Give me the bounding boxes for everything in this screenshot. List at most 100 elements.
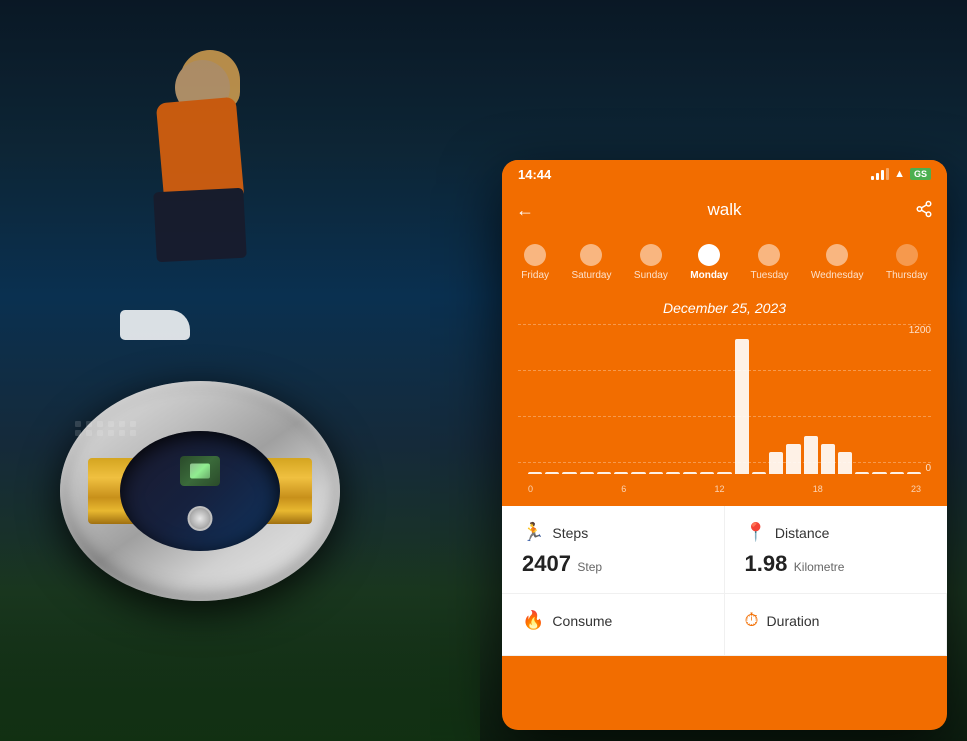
stat-consume: 🔥 Consume bbox=[502, 594, 725, 656]
stat-consume-header: 🔥 Consume bbox=[522, 610, 704, 631]
day-dot-friday bbox=[524, 244, 546, 266]
stat-steps-header: 🏃 Steps bbox=[522, 522, 704, 543]
bar-7 bbox=[649, 472, 663, 474]
day-label-thursday: Thursday bbox=[886, 270, 928, 281]
bar-15 bbox=[786, 444, 800, 474]
day-label-saturday: Saturday bbox=[571, 270, 611, 281]
status-icons: ▲ GS bbox=[871, 168, 931, 180]
day-tuesday[interactable]: Tuesday bbox=[751, 244, 789, 281]
stat-distance-header: 📍 Distance bbox=[745, 522, 928, 543]
day-dot-thursday bbox=[896, 244, 918, 266]
bar-16 bbox=[804, 436, 818, 474]
signal-bar-2 bbox=[876, 173, 879, 180]
stat-distance-title: Distance bbox=[775, 525, 829, 541]
bar-11 bbox=[717, 472, 731, 474]
x-label-0: 0 bbox=[528, 484, 533, 494]
status-bar: 14:44 ▲ GS bbox=[502, 160, 947, 188]
stats-grid: 🏃 Steps 2407 Step 📍 Distance 1.98 Kilome… bbox=[502, 506, 947, 656]
day-dot-tuesday bbox=[758, 244, 780, 266]
day-label-friday: Friday bbox=[521, 270, 549, 281]
steps-icon: 🏃 bbox=[522, 522, 544, 543]
bar-2 bbox=[562, 472, 576, 474]
day-dot-saturday bbox=[580, 244, 602, 266]
ring-sensor-led bbox=[190, 464, 210, 479]
day-thursday[interactable]: Thursday bbox=[886, 244, 928, 281]
signal-bar-3 bbox=[881, 170, 884, 180]
bar-3 bbox=[580, 472, 594, 474]
day-label-sunday: Sunday bbox=[634, 270, 668, 281]
day-dot-sunday bbox=[640, 244, 662, 266]
bar-5 bbox=[614, 472, 628, 474]
signal-bar-4 bbox=[886, 168, 889, 180]
duration-icon: ⏱ bbox=[745, 610, 759, 631]
app-header: ← walk bbox=[502, 188, 947, 232]
day-friday[interactable]: Friday bbox=[521, 244, 549, 281]
x-label-23: 23 bbox=[911, 484, 921, 494]
chart-bars bbox=[528, 334, 921, 474]
chart-gridline-top: 1200 bbox=[518, 324, 931, 325]
chart-container: 1200 0 bbox=[518, 324, 931, 494]
page-title: walk bbox=[707, 200, 741, 220]
stat-consume-title: Consume bbox=[552, 613, 612, 629]
day-dot-wednesday bbox=[826, 244, 848, 266]
bar-14 bbox=[769, 452, 783, 474]
x-label-6: 6 bbox=[621, 484, 626, 494]
stat-duration-title: Duration bbox=[767, 613, 820, 629]
bar-8 bbox=[666, 472, 680, 474]
bar-20 bbox=[872, 472, 886, 474]
day-saturday[interactable]: Saturday bbox=[571, 244, 611, 281]
ring-inner bbox=[120, 431, 280, 551]
day-label-monday: Monday bbox=[690, 270, 728, 281]
stat-distance: 📍 Distance 1.98 Kilometre bbox=[725, 506, 948, 594]
ring-button bbox=[188, 506, 213, 531]
day-label-tuesday: Tuesday bbox=[751, 270, 789, 281]
day-wednesday[interactable]: Wednesday bbox=[811, 244, 864, 281]
distance-icon: 📍 bbox=[745, 522, 767, 543]
bar-6 bbox=[631, 472, 645, 474]
wifi-icon: ▲ bbox=[894, 168, 905, 180]
day-dot-monday bbox=[698, 244, 720, 266]
x-label-12: 12 bbox=[714, 484, 724, 494]
back-button[interactable]: ← bbox=[516, 200, 534, 221]
runner-figure bbox=[100, 20, 300, 420]
bar-9 bbox=[683, 472, 697, 474]
stat-steps-value: 2407 Step bbox=[522, 551, 704, 577]
bar-1 bbox=[545, 472, 559, 474]
day-monday[interactable]: Monday bbox=[690, 244, 728, 281]
runner-shorts bbox=[153, 188, 247, 263]
share-button[interactable] bbox=[915, 200, 933, 221]
chart-x-labels: 0 6 12 18 23 bbox=[528, 484, 921, 494]
ring-outer-band bbox=[60, 381, 340, 601]
stat-distance-value: 1.98 Kilometre bbox=[745, 551, 928, 577]
day-label-wednesday: Wednesday bbox=[811, 270, 864, 281]
bar-4 bbox=[597, 472, 611, 474]
stat-steps-title: Steps bbox=[552, 525, 588, 541]
stat-duration-header: ⏱ Duration bbox=[745, 610, 927, 631]
bar-21 bbox=[890, 472, 904, 474]
ring-dot-pattern bbox=[75, 421, 138, 436]
bar-10 bbox=[700, 472, 714, 474]
status-time: 14:44 bbox=[518, 167, 551, 182]
ring-sensor bbox=[180, 456, 220, 486]
chart-label-0: 0 bbox=[925, 463, 931, 474]
phone-mockup: 14:44 ▲ GS ← walk Friday bbox=[502, 160, 947, 730]
battery-gs-badge: GS bbox=[910, 168, 931, 180]
bar-17 bbox=[821, 444, 835, 474]
consume-icon: 🔥 bbox=[522, 610, 544, 631]
chart-date: December 25, 2023 bbox=[518, 300, 931, 316]
bar-18 bbox=[838, 452, 852, 474]
bar-0 bbox=[528, 472, 542, 474]
chart-area: December 25, 2023 1200 0 bbox=[502, 292, 947, 506]
signal-bar-1 bbox=[871, 176, 874, 180]
day-sunday[interactable]: Sunday bbox=[634, 244, 668, 281]
stat-duration: ⏱ Duration bbox=[725, 594, 948, 656]
signal-icon bbox=[871, 168, 889, 180]
stat-steps: 🏃 Steps 2407 Step bbox=[502, 506, 725, 594]
bar-22 bbox=[907, 472, 921, 474]
bar-13 bbox=[752, 472, 766, 474]
runner-shoe bbox=[120, 310, 190, 340]
x-label-18: 18 bbox=[813, 484, 823, 494]
bar-12-peak bbox=[735, 339, 749, 474]
bar-19 bbox=[855, 472, 869, 474]
smart-ring bbox=[60, 381, 380, 661]
